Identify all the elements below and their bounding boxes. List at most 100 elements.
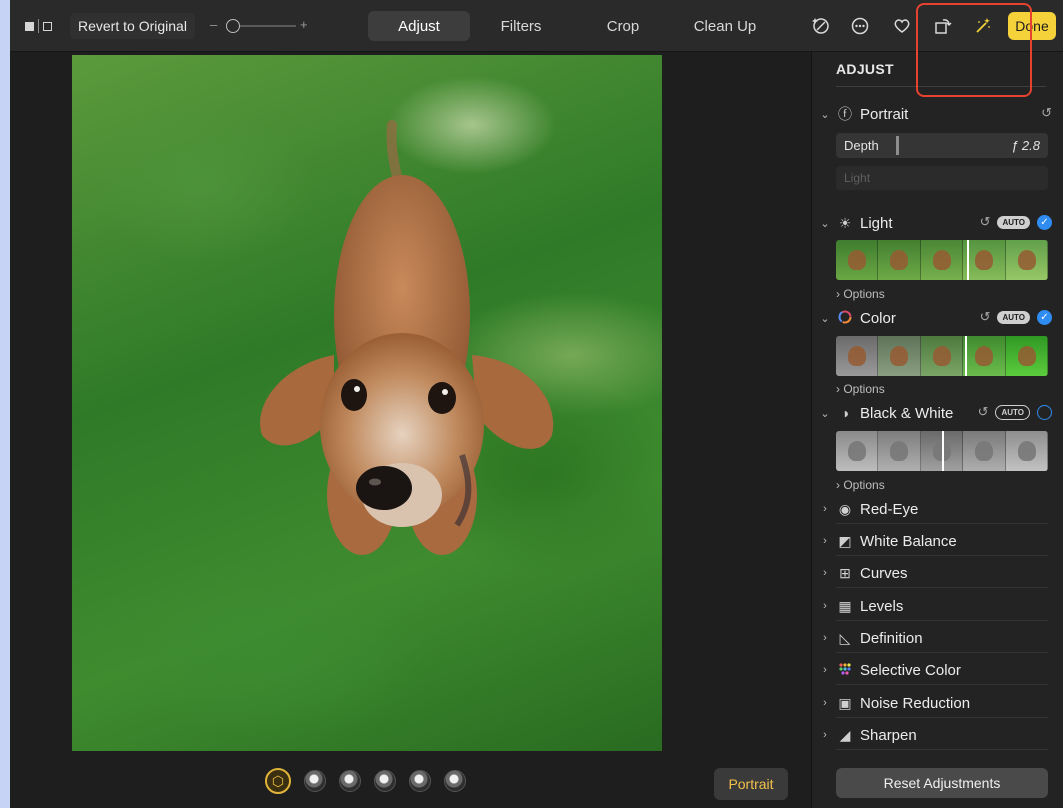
section-definition[interactable]: › ◺ Definition [818, 627, 1058, 649]
chevron-down-icon: ⌄ [820, 407, 830, 420]
depth-slider[interactable]: Depth ƒ 2.8 [836, 133, 1048, 158]
zoom-plus-icon: + [300, 17, 308, 32]
section-selective-color-label: Selective Color [860, 661, 961, 679]
portrait-f-icon: ⓕ [838, 106, 852, 122]
sharpen-icon: ◢ [839, 726, 851, 743]
highlight-annotation-box [916, 3, 1032, 97]
chevron-down-icon: ⌄ [820, 312, 830, 325]
portrait-lighting-icon[interactable]: ⬡ [265, 768, 291, 794]
zoom-slider-knob[interactable] [226, 19, 240, 33]
section-white-balance-label: White Balance [860, 532, 957, 550]
chevron-right-icon: › [823, 632, 827, 644]
adjust-sidebar: ADJUST ⌄ ⓕ Portrait ↺ Depth ƒ 2.8 Light … [811, 52, 1063, 808]
section-sharpen-label: Sharpen [860, 726, 917, 744]
checkmark-icon[interactable]: ✓ [1037, 214, 1052, 230]
chevron-right-icon: › [823, 503, 827, 515]
lighting-option-studio[interactable] [339, 770, 361, 792]
chevron-right-icon: › [823, 664, 827, 676]
unchecked-circle-icon[interactable] [1037, 404, 1052, 420]
dog-photo-image [260, 120, 554, 555]
edit-toolbar: Revert to Original – + Adjust Filters Cr… [10, 0, 1063, 52]
bw-strip-marker[interactable] [942, 431, 944, 471]
bw-options-toggle[interactable]: › Options [836, 478, 885, 492]
color-options-toggle[interactable]: › Options [836, 382, 885, 396]
selective-color-icon [836, 662, 854, 679]
split-view-icon[interactable] [24, 17, 52, 35]
section-levels-label: Levels [860, 597, 904, 615]
tab-crop[interactable]: Crop [572, 11, 674, 41]
section-red-eye[interactable]: › ◉ Red-Eye [818, 498, 1058, 520]
section-bw-label: Black & White [860, 404, 954, 422]
section-levels[interactable]: › ▦ Levels [818, 595, 1058, 617]
depth-slider-handle[interactable] [896, 136, 899, 155]
chevron-right-icon: › [823, 600, 827, 612]
section-noise-reduction[interactable]: › ▣ Noise Reduction [818, 692, 1058, 714]
noise-reduction-icon: ▣ [838, 694, 852, 711]
more-icon[interactable] [846, 12, 874, 40]
section-selective-color[interactable]: › Selective Color [818, 659, 1058, 681]
section-color-label: Color [860, 309, 896, 327]
section-curves[interactable]: › ⊞ Curves [818, 562, 1058, 584]
bw-thumbnail-strip[interactable] [836, 431, 1048, 471]
section-portrait-label: Portrait [860, 105, 909, 123]
curves-icon: ⊞ [839, 564, 851, 581]
section-black-white[interactable]: ⌄ ◑ Black & White ↺ AUTO [818, 402, 1058, 424]
section-light-label: Light [860, 214, 893, 232]
auto-button[interactable]: AUTO [995, 404, 1030, 420]
eye-icon: ◉ [838, 500, 852, 517]
section-curves-label: Curves [860, 564, 908, 582]
section-portrait[interactable]: ⌄ ⓕ Portrait ↺ [818, 103, 1058, 125]
chevron-down-icon: ⌄ [820, 217, 830, 230]
undo-icon[interactable]: ↺ [978, 404, 989, 420]
light-thumbnail-strip[interactable] [836, 240, 1048, 280]
chevron-down-icon: ⌄ [820, 108, 830, 121]
color-thumbnail-strip[interactable] [836, 336, 1048, 376]
lighting-option-contour[interactable] [374, 770, 396, 792]
white-balance-icon: ◩ [838, 532, 852, 549]
chevron-right-icon: › [823, 567, 827, 579]
zoom-minus-icon: – [210, 17, 218, 32]
undo-icon[interactable]: ↺ [980, 214, 991, 230]
depth-label: Depth [844, 138, 879, 153]
auto-button[interactable]: AUTO [997, 215, 1030, 229]
zoom-slider[interactable]: – + [210, 16, 320, 36]
definition-icon: ◺ [839, 629, 851, 646]
levels-icon: ▦ [838, 597, 852, 614]
half-circle-icon: ◑ [840, 405, 850, 421]
revert-to-original-button[interactable]: Revert to Original [70, 13, 195, 39]
section-color[interactable]: ⌄ Color ↺ AUTO ✓ [818, 307, 1058, 329]
section-definition-label: Definition [860, 629, 923, 647]
section-sharpen[interactable]: › ◢ Sharpen [818, 724, 1058, 746]
depth-value: ƒ 2.8 [1011, 138, 1040, 153]
section-light[interactable]: ⌄ ☀ Light ↺ AUTO ✓ [818, 212, 1058, 234]
tab-adjust[interactable]: Adjust [368, 11, 470, 41]
lighting-option-stage-mono[interactable] [444, 770, 466, 792]
checkmark-icon[interactable]: ✓ [1037, 309, 1052, 325]
chevron-right-icon: › [823, 697, 827, 709]
tab-clean-up[interactable]: Clean Up [674, 11, 776, 41]
reset-adjustments-button[interactable]: Reset Adjustments [836, 768, 1048, 798]
portrait-button[interactable]: Portrait [714, 768, 788, 800]
heart-icon[interactable] [888, 12, 916, 40]
auto-button[interactable]: AUTO [997, 310, 1030, 324]
photo-canvas[interactable] [72, 55, 662, 751]
sidebar-title: ADJUST [836, 61, 894, 77]
lighting-option-stage[interactable] [409, 770, 431, 792]
undo-icon[interactable]: ↺ [1041, 105, 1052, 121]
portrait-light-slider[interactable]: Light [836, 166, 1048, 190]
undo-icon[interactable]: ↺ [980, 309, 991, 325]
section-white-balance[interactable]: › ◩ White Balance [818, 530, 1058, 552]
color-strip-marker[interactable] [965, 336, 967, 376]
section-noise-reduction-label: Noise Reduction [860, 694, 971, 712]
color-wheel-icon [836, 310, 854, 327]
edit-mode-tabs: Adjust Filters Crop Clean Up [368, 11, 776, 41]
photos-editor-window: Revert to Original – + Adjust Filters Cr… [10, 0, 1063, 808]
chevron-right-icon: › [823, 729, 827, 741]
retouch-icon[interactable] [807, 12, 835, 40]
light-options-toggle[interactable]: › Options [836, 287, 885, 301]
sun-icon: ☀ [838, 214, 852, 231]
light-strip-marker[interactable] [967, 240, 969, 280]
portrait-lighting-strip: ⬡ [265, 768, 466, 794]
lighting-option-natural[interactable] [304, 770, 326, 792]
tab-filters[interactable]: Filters [470, 11, 572, 41]
